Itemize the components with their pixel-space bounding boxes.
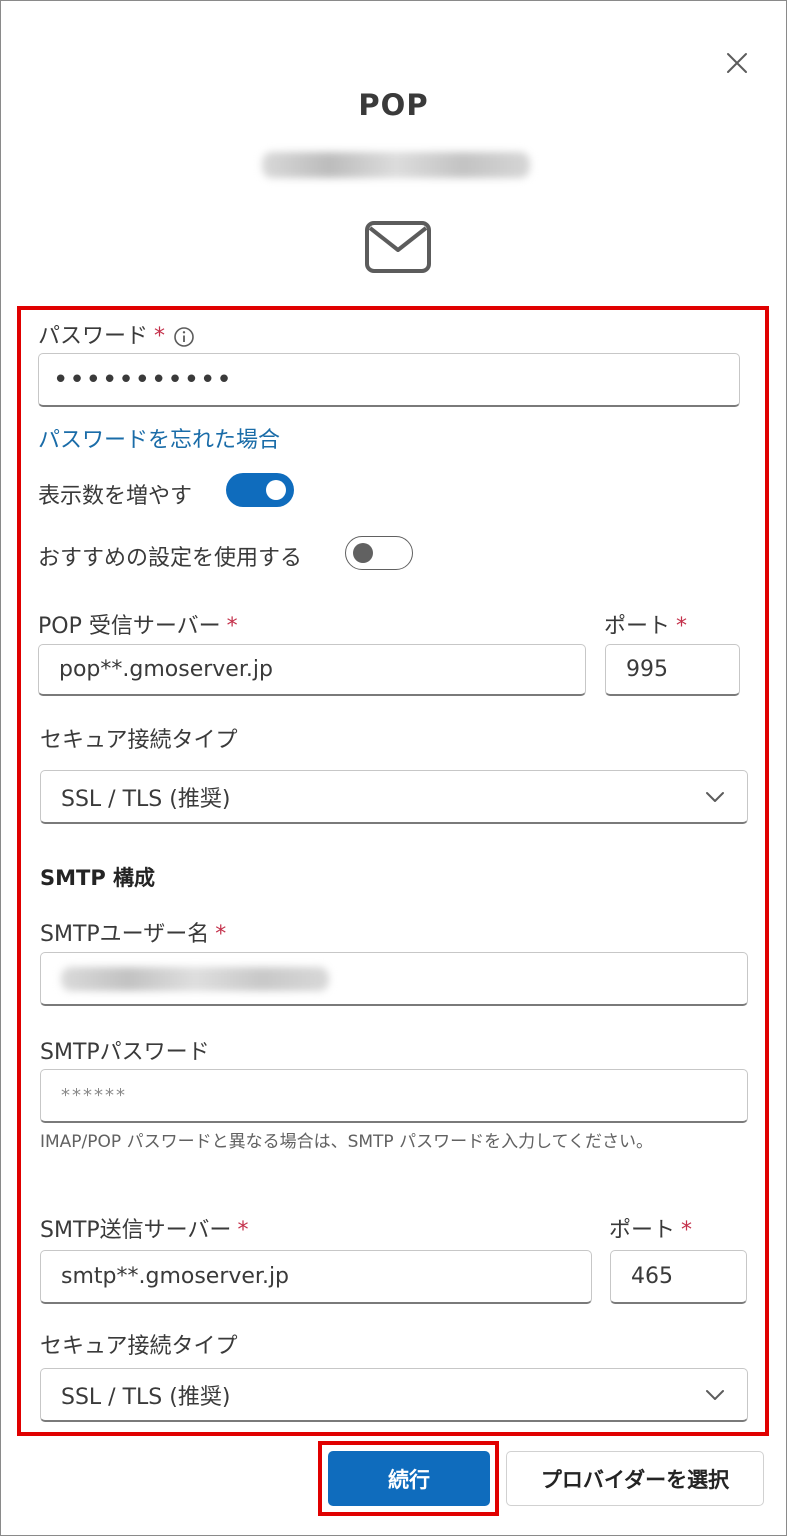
required-mark: * [237,1218,249,1243]
toggle-knob [266,480,286,500]
info-icon[interactable] [173,326,195,348]
smtp-server-input[interactable]: smtp**.gmoserver.jp [40,1250,592,1304]
close-icon [727,53,747,73]
account-email-redacted [262,152,530,178]
password-label-row: パスワード * [38,318,195,350]
required-mark: * [215,922,227,947]
smtp-section-title: SMTP 構成 [40,866,156,890]
required-mark: * [681,1218,693,1243]
pop-secure-type-label: セキュア接続タイプ [40,728,238,753]
smtp-secure-type-select[interactable]: SSL / TLS (推奨) [40,1368,748,1422]
pop-port-input[interactable]: 995 [605,644,740,696]
choose-provider-button[interactable]: プロバイダーを選択 [506,1451,764,1506]
recommended-settings-toggle[interactable] [345,536,413,570]
dialog-title: POP [358,88,429,122]
smtp-port-label-row: ポート * [609,1212,692,1244]
show-more-label: 表示数を増やす [38,484,193,509]
smtp-server-label-row: SMTP送信サーバー * [40,1212,248,1244]
close-button[interactable] [718,44,756,82]
mail-icon [365,221,431,273]
smtp-password-label: SMTPパスワード [40,1040,210,1065]
continue-button[interactable]: 続行 [328,1451,490,1506]
smtp-username-redacted [61,966,329,991]
password-label: パスワード [38,324,149,349]
pop-server-label: POP 受信サーバー [38,614,221,639]
smtp-username-label-row: SMTPユーザー名 * [40,916,226,948]
smtp-password-help-text: IMAP/POP パスワードと異なる場合は、SMTP パスワードを入力してくださ… [40,1132,654,1152]
pop-secure-type-value: SSL / TLS (推奨) [61,786,231,812]
toggle-knob [353,543,373,563]
pop-server-input[interactable]: pop**.gmoserver.jp [38,644,586,696]
smtp-username-label: SMTPユーザー名 [40,922,210,947]
forgot-password-link[interactable]: パスワードを忘れた場合 [38,422,280,454]
smtp-port-input[interactable]: 465 [610,1250,747,1304]
recommended-settings-label: おすすめの設定を使用する [38,546,303,571]
smtp-server-label: SMTP送信サーバー [40,1218,232,1243]
pop-port-label-row: ポート * [604,608,687,640]
chevron-down-icon [706,1389,724,1400]
password-input[interactable]: ••••••••••• [38,353,740,407]
required-mark: * [676,614,688,639]
smtp-port-label: ポート [609,1218,676,1243]
smtp-username-input[interactable] [40,952,748,1006]
pop-port-label: ポート [604,614,671,639]
smtp-password-input[interactable]: ****** [40,1069,748,1123]
smtp-secure-type-label: セキュア接続タイプ [40,1334,238,1359]
chevron-down-icon [706,791,724,802]
pop-server-label-row: POP 受信サーバー * [38,608,238,640]
pop-secure-type-select[interactable]: SSL / TLS (推奨) [40,770,748,824]
smtp-secure-type-value: SSL / TLS (推奨) [61,1384,231,1410]
required-mark: * [154,324,166,349]
show-more-toggle[interactable] [226,473,294,507]
required-mark: * [226,614,238,639]
